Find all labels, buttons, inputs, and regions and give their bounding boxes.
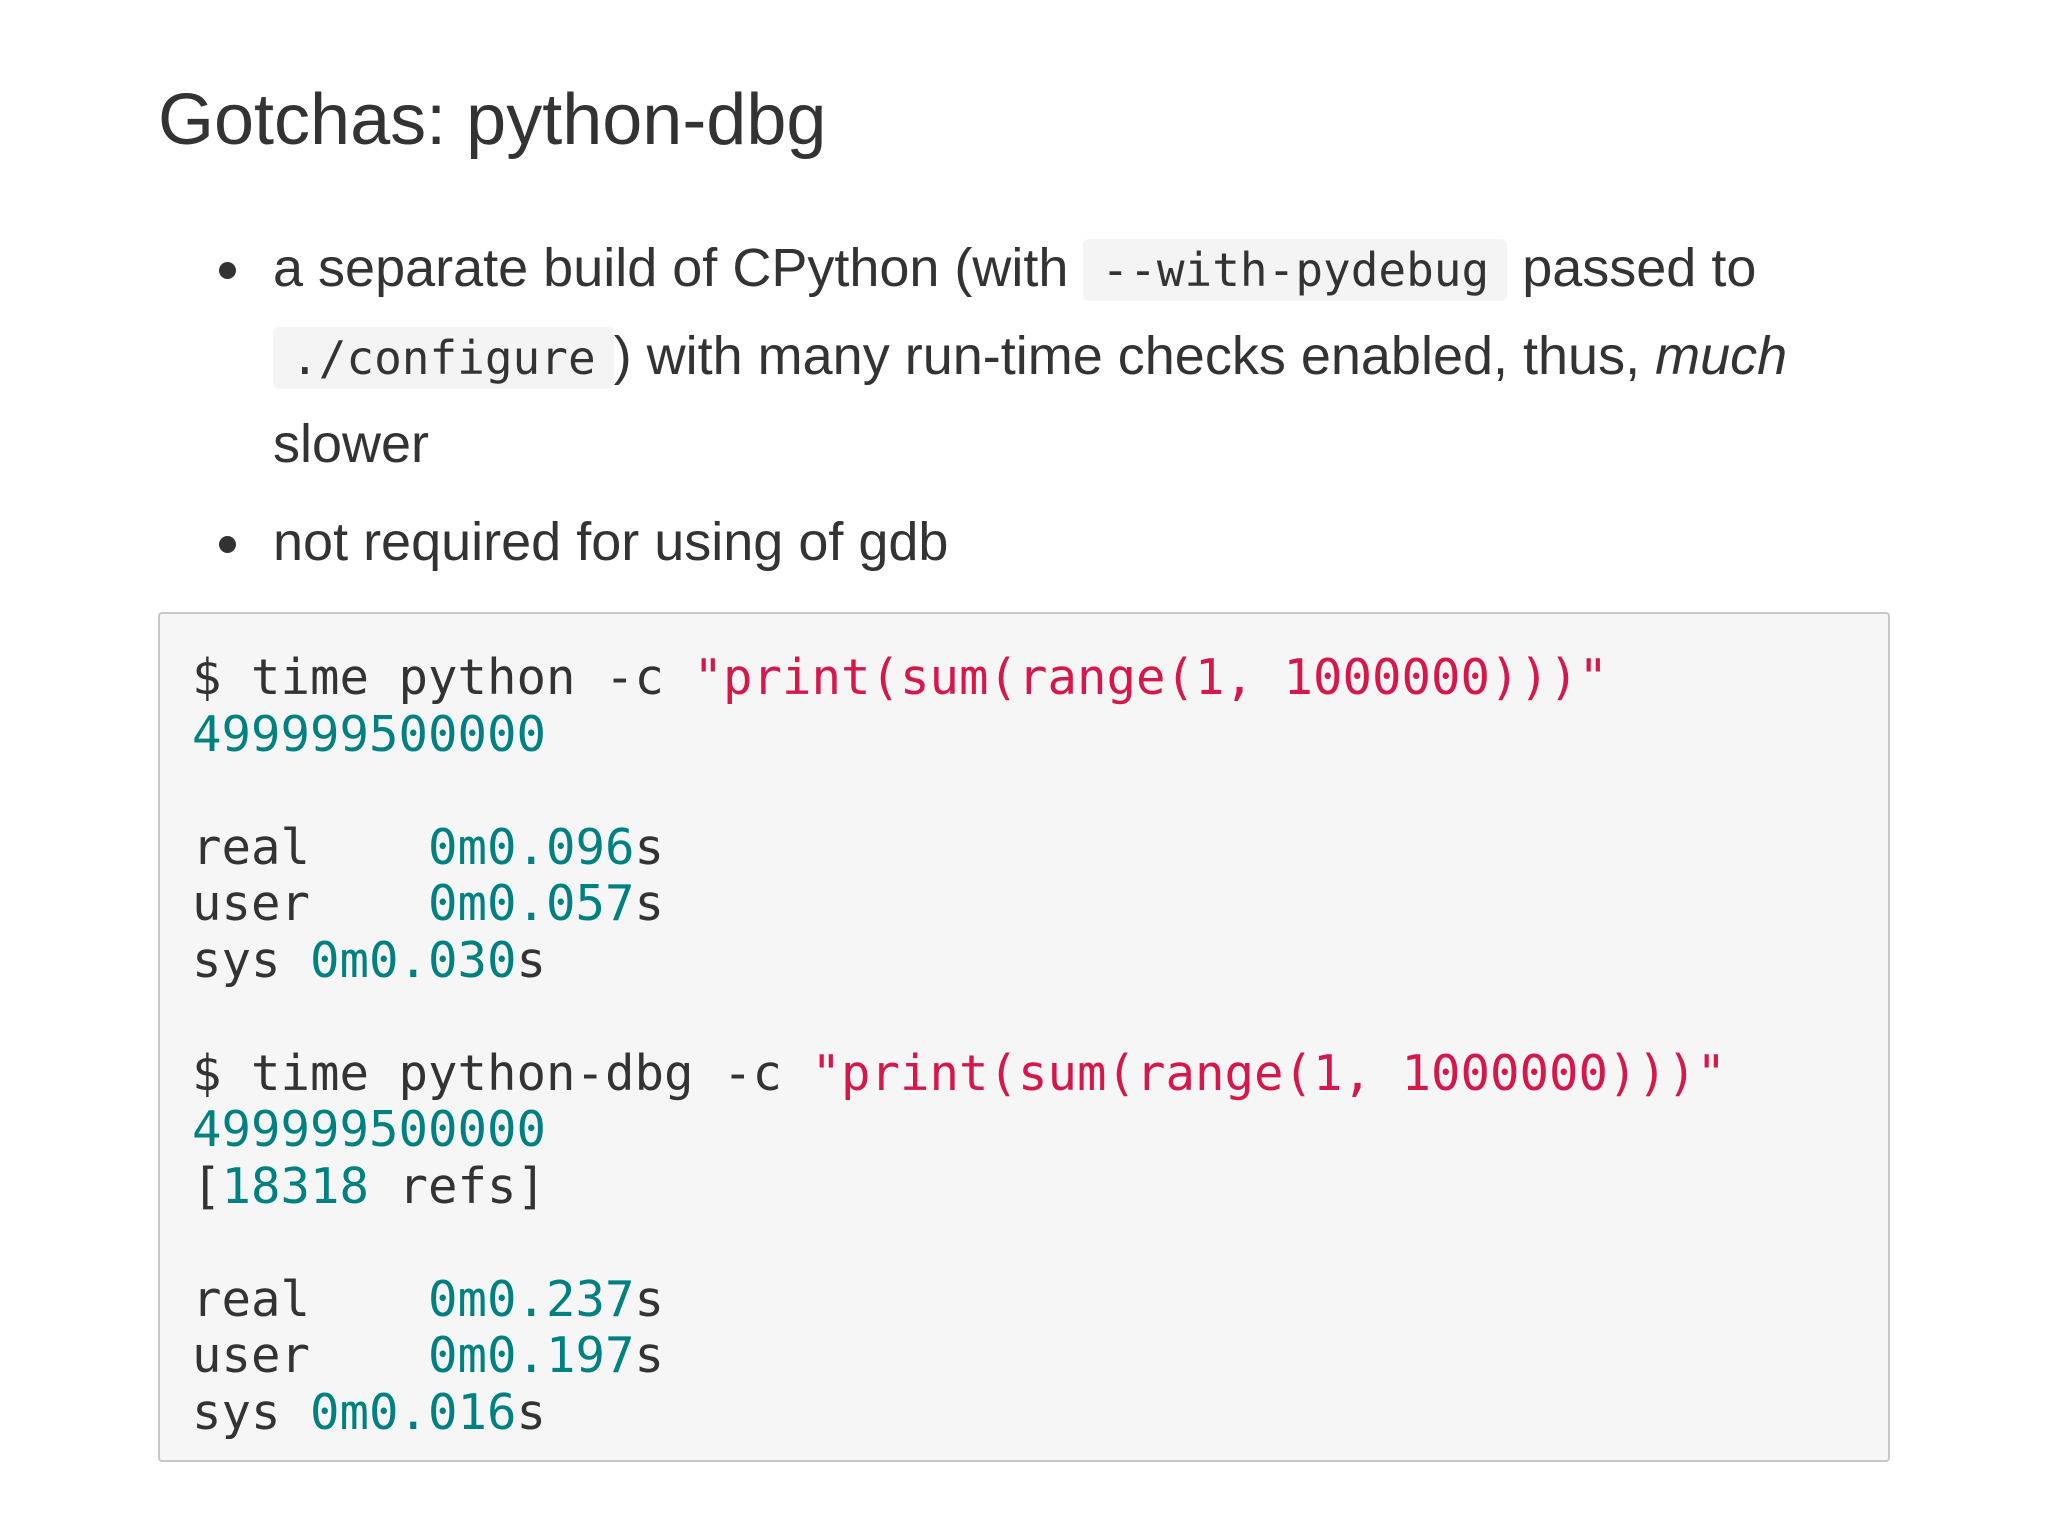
bullet-item-build: a separate build of CPython (with --with…: [219, 225, 1873, 487]
refs-count: 18318: [221, 1157, 370, 1215]
output-line: 499999500000: [192, 705, 547, 763]
timing-sys: sys 0m0.030s: [192, 931, 547, 989]
command-prompt: $ time python -c: [192, 649, 694, 706]
bullet-text: not required for using of gdb: [273, 512, 949, 572]
output-line: 499999500000: [192, 1101, 547, 1158]
command-argument: "print(sum(range(1, 1000000)))": [811, 1044, 1727, 1102]
command-argument: "print(sum(range(1, 1000000)))": [693, 649, 1609, 706]
bullet-item-gdb: not required for using of gdb: [219, 499, 1873, 585]
command-prompt: $ time python-dbg -c: [192, 1044, 812, 1102]
inline-code-configure: ./configure: [273, 327, 614, 389]
command-line: $ time python-dbg -c "print(sum(range(1,…: [192, 1044, 1856, 1103]
timing-real: real 0m0.096s: [192, 818, 665, 876]
command-line: $ time python -c "print(sum(range(1, 100…: [192, 649, 1856, 707]
bullet-text: ) with many run-time checks enabled, thu…: [613, 326, 1656, 386]
timing-value: 0m0.030: [310, 931, 517, 989]
bullet-text: passed to: [1507, 238, 1757, 298]
slide-title: Gotchas: python-dbg: [158, 80, 827, 160]
refs-line: [18318 refs]: [192, 1157, 547, 1215]
emphasis-text: much: [1655, 326, 1788, 386]
bullet-list: a separate build of CPython (with --with…: [219, 225, 1873, 597]
timing-value: 0m0.016: [310, 1383, 517, 1441]
bullet-text: slower: [273, 414, 430, 474]
bullet-text: a separate build of CPython (with: [273, 238, 1084, 298]
timing-sys: sys 0m0.016s: [192, 1383, 547, 1441]
terminal-output: $ time python -c "print(sum(range(1, 100…: [192, 649, 1856, 1441]
timing-value: 0m0.237: [428, 1270, 635, 1328]
timing-value: 0m0.197: [428, 1327, 635, 1384]
timing-value: 0m0.096: [428, 818, 635, 876]
timing-real: real 0m0.237s: [192, 1270, 665, 1328]
code-block: $ time python -c "print(sum(range(1, 100…: [158, 612, 1890, 1462]
inline-code-pydebug-flag: --with-pydebug: [1083, 239, 1508, 301]
timing-user: user 0m0.197s: [192, 1327, 665, 1384]
timing-user: user 0m0.057s: [192, 875, 665, 932]
timing-value: 0m0.057: [428, 875, 635, 932]
